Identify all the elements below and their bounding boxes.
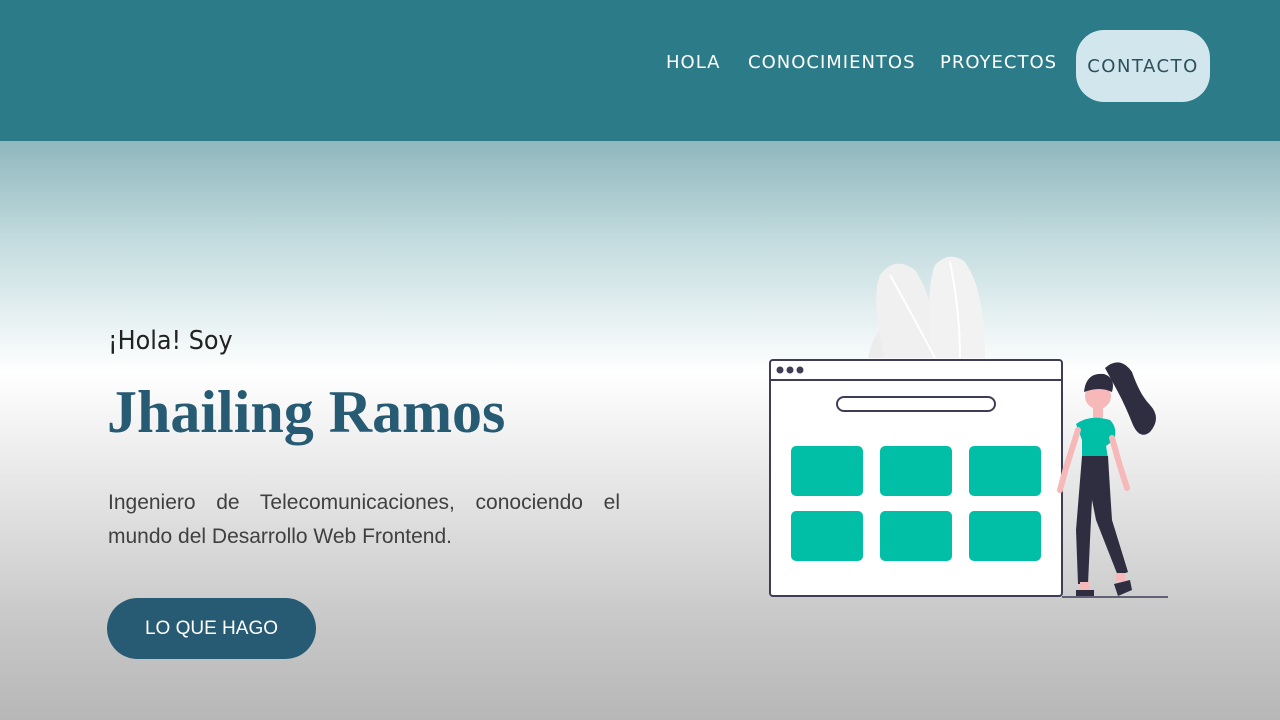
nav-link-hola[interactable]: HOLA	[666, 52, 720, 73]
web-page-illustration	[769, 256, 1168, 598]
what-i-do-button[interactable]: LO QUE HAGO	[107, 598, 316, 659]
leaf-decoration	[868, 256, 985, 359]
hero-greeting: ¡Hola! Soy	[108, 326, 233, 356]
nav-link-proyectos[interactable]: PROYECTOS	[940, 52, 1057, 73]
hero-description: Ingeniero de Telecomunicaciones, conocie…	[108, 491, 620, 548]
woman-illustration	[1057, 362, 1156, 596]
navbar: HOLA CONOCIMIENTOS PROYECTOS CONTACTO	[0, 0, 1280, 141]
contact-button[interactable]: CONTACTO	[1076, 30, 1210, 102]
nav-link-conocimientos[interactable]: CONOCIMIENTOS	[748, 52, 916, 73]
hero-name: Jhailing Ramos	[107, 379, 506, 445]
